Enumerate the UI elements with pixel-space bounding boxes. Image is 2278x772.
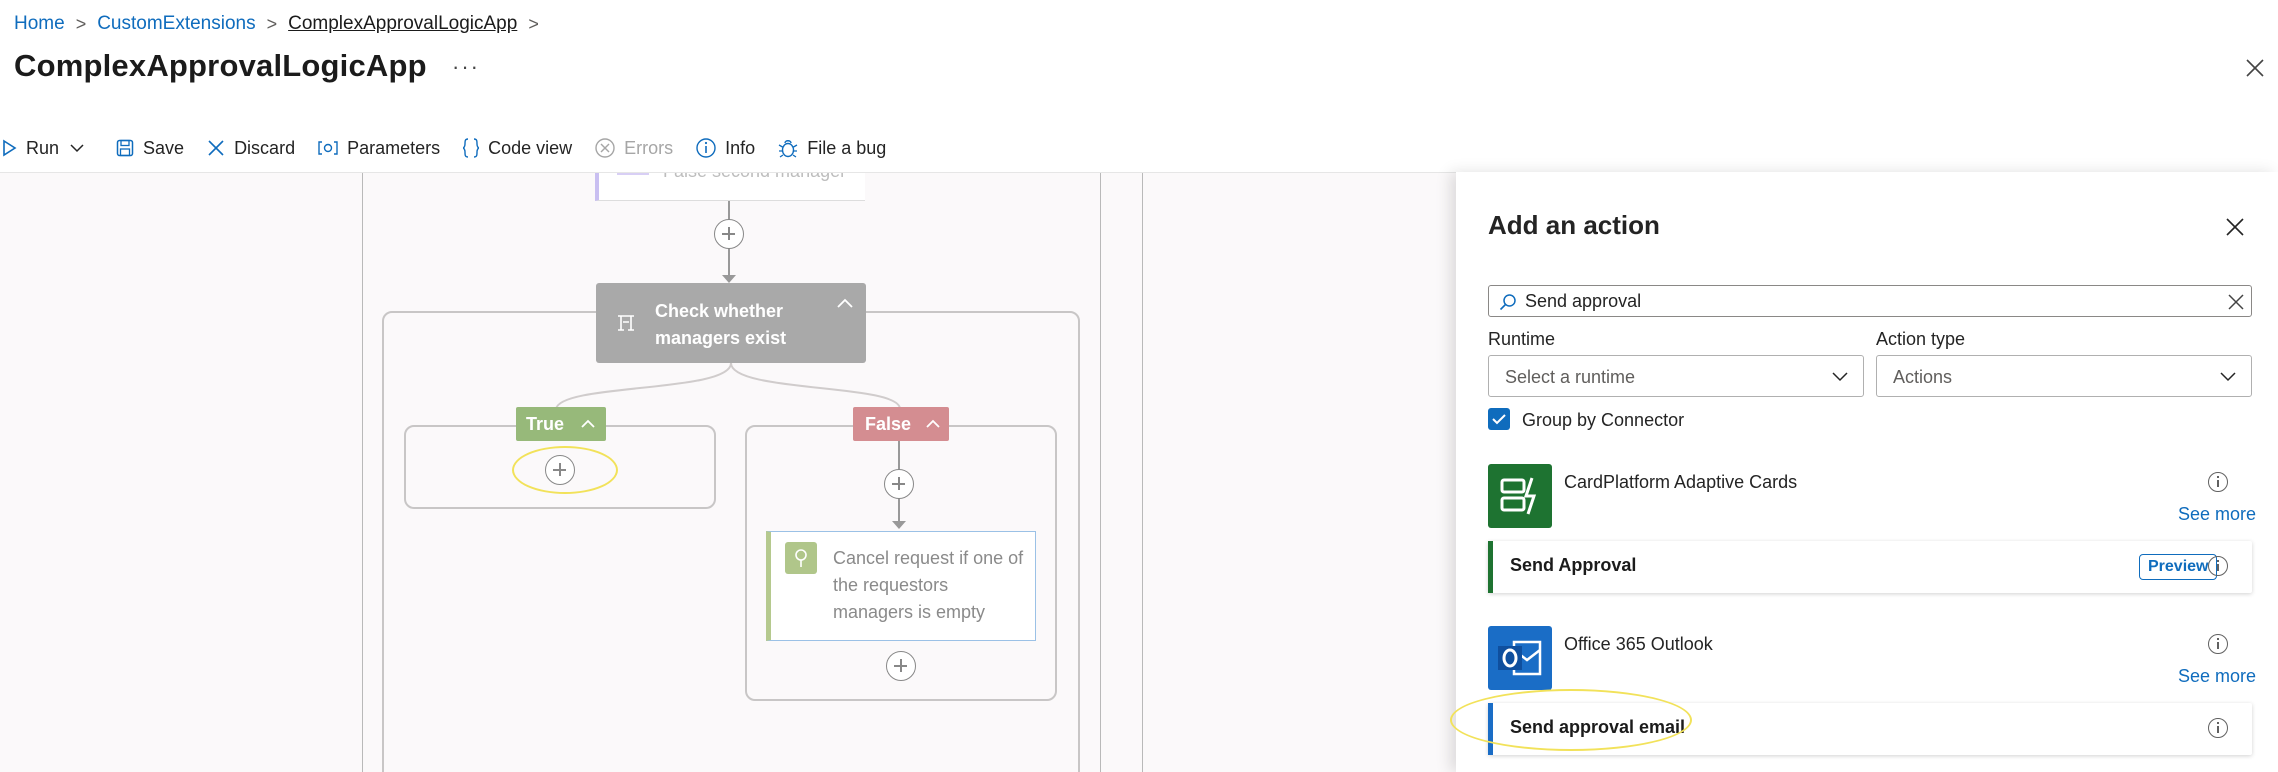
run-label: Run: [26, 137, 60, 158]
chevron-down-icon: [70, 144, 84, 153]
terminate-icon: [785, 542, 817, 574]
runtime-dropdown[interactable]: Select a runtime: [1488, 355, 1864, 397]
designer-canvas[interactable]: False second manager Check whether manag…: [0, 172, 1456, 772]
action-type-dropdown[interactable]: Actions: [1876, 355, 2252, 397]
action-type-value: Actions: [1893, 367, 1953, 387]
collapse-icon[interactable]: [925, 419, 941, 429]
panel-title: Add an action: [1488, 210, 1660, 240]
discard-label: Discard: [234, 137, 296, 158]
adaptive-cards-logo: [1488, 464, 1552, 528]
cancel-request-label: Cancel request if one of the requestors …: [833, 548, 1024, 622]
chevron-right-icon: >: [75, 13, 87, 34]
connector-name: CardPlatform Adaptive Cards: [1564, 472, 1798, 492]
info-button[interactable]: Info: [695, 137, 755, 159]
play-icon: [3, 139, 17, 157]
chevron-right-icon: >: [266, 13, 278, 34]
true-branch-header[interactable]: True: [516, 407, 606, 441]
save-icon: [116, 139, 134, 157]
false-branch-label: False: [865, 413, 912, 434]
code-view-label: Code view: [488, 137, 573, 158]
outlook-logo: [1488, 626, 1552, 690]
save-label: Save: [143, 137, 185, 158]
parameters-icon: [318, 141, 338, 155]
errors-label: Errors: [624, 137, 674, 158]
highlight-ring: [512, 446, 618, 494]
chevron-down-icon: [2220, 372, 2236, 382]
file-bug-button[interactable]: File a bug: [777, 137, 886, 159]
arrow-head: [892, 521, 906, 529]
action-label: Send Approval: [1510, 555, 1637, 575]
error-circle-icon: [595, 138, 615, 158]
connector-name: Office 365 Outlook: [1564, 634, 1713, 654]
search-input[interactable]: [1525, 290, 2205, 312]
collapse-icon[interactable]: [580, 419, 596, 429]
run-dropdown-button[interactable]: [69, 142, 93, 154]
parameters-button[interactable]: Parameters: [317, 138, 440, 159]
false-branch-header[interactable]: False: [853, 407, 949, 441]
info-icon[interactable]: [2208, 634, 2228, 654]
see-more-link[interactable]: See more: [2178, 504, 2256, 525]
action-send-approval[interactable]: Send Approval Preview: [1488, 541, 2252, 593]
bug-icon: [778, 140, 798, 158]
code-braces-icon: [462, 138, 480, 158]
chevron-down-icon: [1832, 372, 1848, 382]
file-bug-label: File a bug: [807, 137, 887, 158]
runtime-label: Runtime: [1488, 329, 1556, 349]
save-button[interactable]: Save: [115, 138, 184, 159]
page-title: ComplexApprovalLogicApp: [14, 48, 427, 83]
info-label: Info: [725, 137, 756, 158]
code-view-button[interactable]: Code view: [462, 137, 572, 159]
chevron-right-icon: >: [528, 13, 539, 34]
run-button[interactable]: Run: [0, 138, 59, 159]
add-false-action-button[interactable]: [884, 469, 914, 499]
search-icon: [1499, 294, 1516, 311]
info-icon: [696, 138, 716, 158]
add-action-panel: Add an action Runtime Select a runtime A…: [1450, 172, 2278, 772]
close-icon[interactable]: [2224, 216, 2246, 238]
more-options-icon[interactable]: ···: [452, 54, 480, 80]
parameters-label: Parameters: [347, 137, 441, 158]
cancel-request-card[interactable]: Cancel request if one of the requestors …: [766, 531, 1036, 641]
highlight-ring: [1450, 689, 1692, 751]
info-icon[interactable]: [2208, 556, 2228, 576]
accent-bar: [1488, 541, 1493, 593]
breadcrumb-current[interactable]: ComplexApprovalLogicApp: [288, 13, 517, 35]
close-icon[interactable]: [2244, 57, 2266, 79]
search-box: [1488, 285, 2252, 317]
group-by-connector-checkbox[interactable]: [1488, 408, 1510, 430]
checkmark-icon: [1492, 414, 1506, 425]
see-more-link[interactable]: See more: [2178, 666, 2256, 687]
group-by-connector-label: Group by Connector: [1522, 410, 1685, 430]
preview-badge: Preview: [2139, 554, 2218, 580]
breadcrumb-customextensions[interactable]: CustomExtensions: [97, 13, 255, 35]
info-icon[interactable]: [2208, 472, 2228, 492]
toolbar: Run Save Discard Parameters Code view Er…: [0, 130, 908, 166]
runtime-placeholder: Select a runtime: [1505, 367, 1636, 387]
breadcrumb-home[interactable]: Home: [14, 13, 65, 35]
breadcrumb: Home > CustomExtensions > ComplexApprova…: [14, 10, 550, 38]
add-after-cancel-button[interactable]: [886, 651, 916, 681]
true-branch-label: True: [526, 413, 565, 434]
branch-curves: [555, 362, 901, 410]
info-icon[interactable]: [2208, 718, 2228, 738]
action-type-label: Action type: [1876, 329, 1966, 349]
discard-button[interactable]: Discard: [206, 138, 295, 159]
clear-icon[interactable]: [2227, 293, 2245, 311]
discard-icon: [208, 140, 224, 156]
errors-button[interactable]: Errors: [594, 137, 673, 159]
